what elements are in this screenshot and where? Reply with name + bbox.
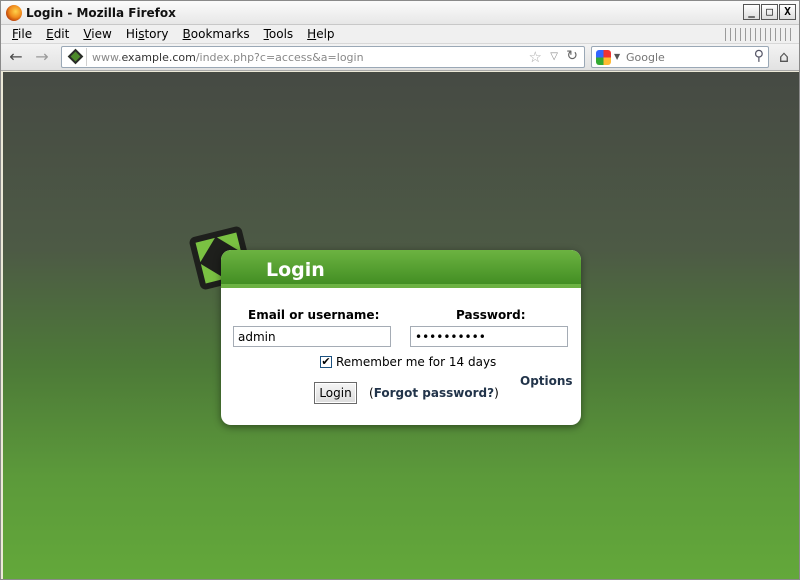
firefox-icon xyxy=(6,5,22,21)
google-icon[interactable] xyxy=(596,50,611,65)
url-dropdown-icon[interactable]: ▽ xyxy=(550,51,558,62)
password-label: Password: xyxy=(456,308,526,322)
options-link[interactable]: Options xyxy=(520,374,573,388)
menu-history[interactable]: History xyxy=(119,27,176,41)
forward-icon[interactable]: → xyxy=(33,49,51,65)
remember-checkbox[interactable]: ✔ xyxy=(320,356,332,368)
reload-icon[interactable]: ↻ xyxy=(566,48,578,64)
username-label: Email or username: xyxy=(248,308,380,322)
menu-help[interactable]: Help xyxy=(300,27,341,41)
remember-me[interactable]: ✔ Remember me for 14 days xyxy=(320,355,496,369)
site-identity-icon[interactable] xyxy=(65,48,87,66)
password-input[interactable] xyxy=(410,326,568,347)
menu-view[interactable]: View xyxy=(76,27,118,41)
search-input[interactable] xyxy=(626,49,741,65)
remember-label: Remember me for 14 days xyxy=(336,355,497,369)
menu-file[interactable]: File xyxy=(5,27,39,41)
search-bar: ▼ ⚲ xyxy=(591,46,769,68)
login-panel: Login Email or username: Password: ✔ Rem… xyxy=(221,250,581,425)
browser-window: Login - Mozilla Firefox _ □ X File Edit … xyxy=(0,0,800,580)
menu-bar: File Edit View History Bookmarks Tools H… xyxy=(1,25,799,44)
close-button[interactable]: X xyxy=(779,4,796,20)
title-bar: Login - Mozilla Firefox _ □ X xyxy=(1,1,799,25)
menu-edit[interactable]: Edit xyxy=(39,27,76,41)
minimize-button[interactable]: _ xyxy=(743,4,760,20)
back-icon[interactable]: ← xyxy=(7,49,25,65)
menu-tools[interactable]: Tools xyxy=(257,27,301,41)
forgot-password-link[interactable]: Forgot password? xyxy=(374,386,494,400)
navigation-bar: ← → www.example.com/index.php?c=access&a… xyxy=(1,44,799,71)
username-input[interactable] xyxy=(233,326,391,347)
search-icon[interactable]: ⚲ xyxy=(754,48,764,64)
toolbar-grip[interactable] xyxy=(725,28,795,41)
url-text[interactable]: www.example.com/index.php?c=access&a=log… xyxy=(92,51,364,64)
menu-bookmarks[interactable]: Bookmarks xyxy=(176,27,257,41)
url-bar[interactable]: www.example.com/index.php?c=access&a=log… xyxy=(61,46,585,68)
login-button[interactable]: Login xyxy=(314,382,357,404)
maximize-button[interactable]: □ xyxy=(761,4,778,20)
bookmark-star-icon[interactable]: ☆ xyxy=(529,48,542,66)
search-engine-dropdown-icon[interactable]: ▼ xyxy=(614,52,620,61)
window-controls: _ □ X xyxy=(743,4,796,20)
home-icon[interactable]: ⌂ xyxy=(775,48,793,66)
forgot-password: (Forgot password?) xyxy=(369,386,499,400)
login-header: Login xyxy=(221,250,581,288)
login-title: Login xyxy=(266,259,325,281)
window-title: Login - Mozilla Firefox xyxy=(26,6,176,20)
